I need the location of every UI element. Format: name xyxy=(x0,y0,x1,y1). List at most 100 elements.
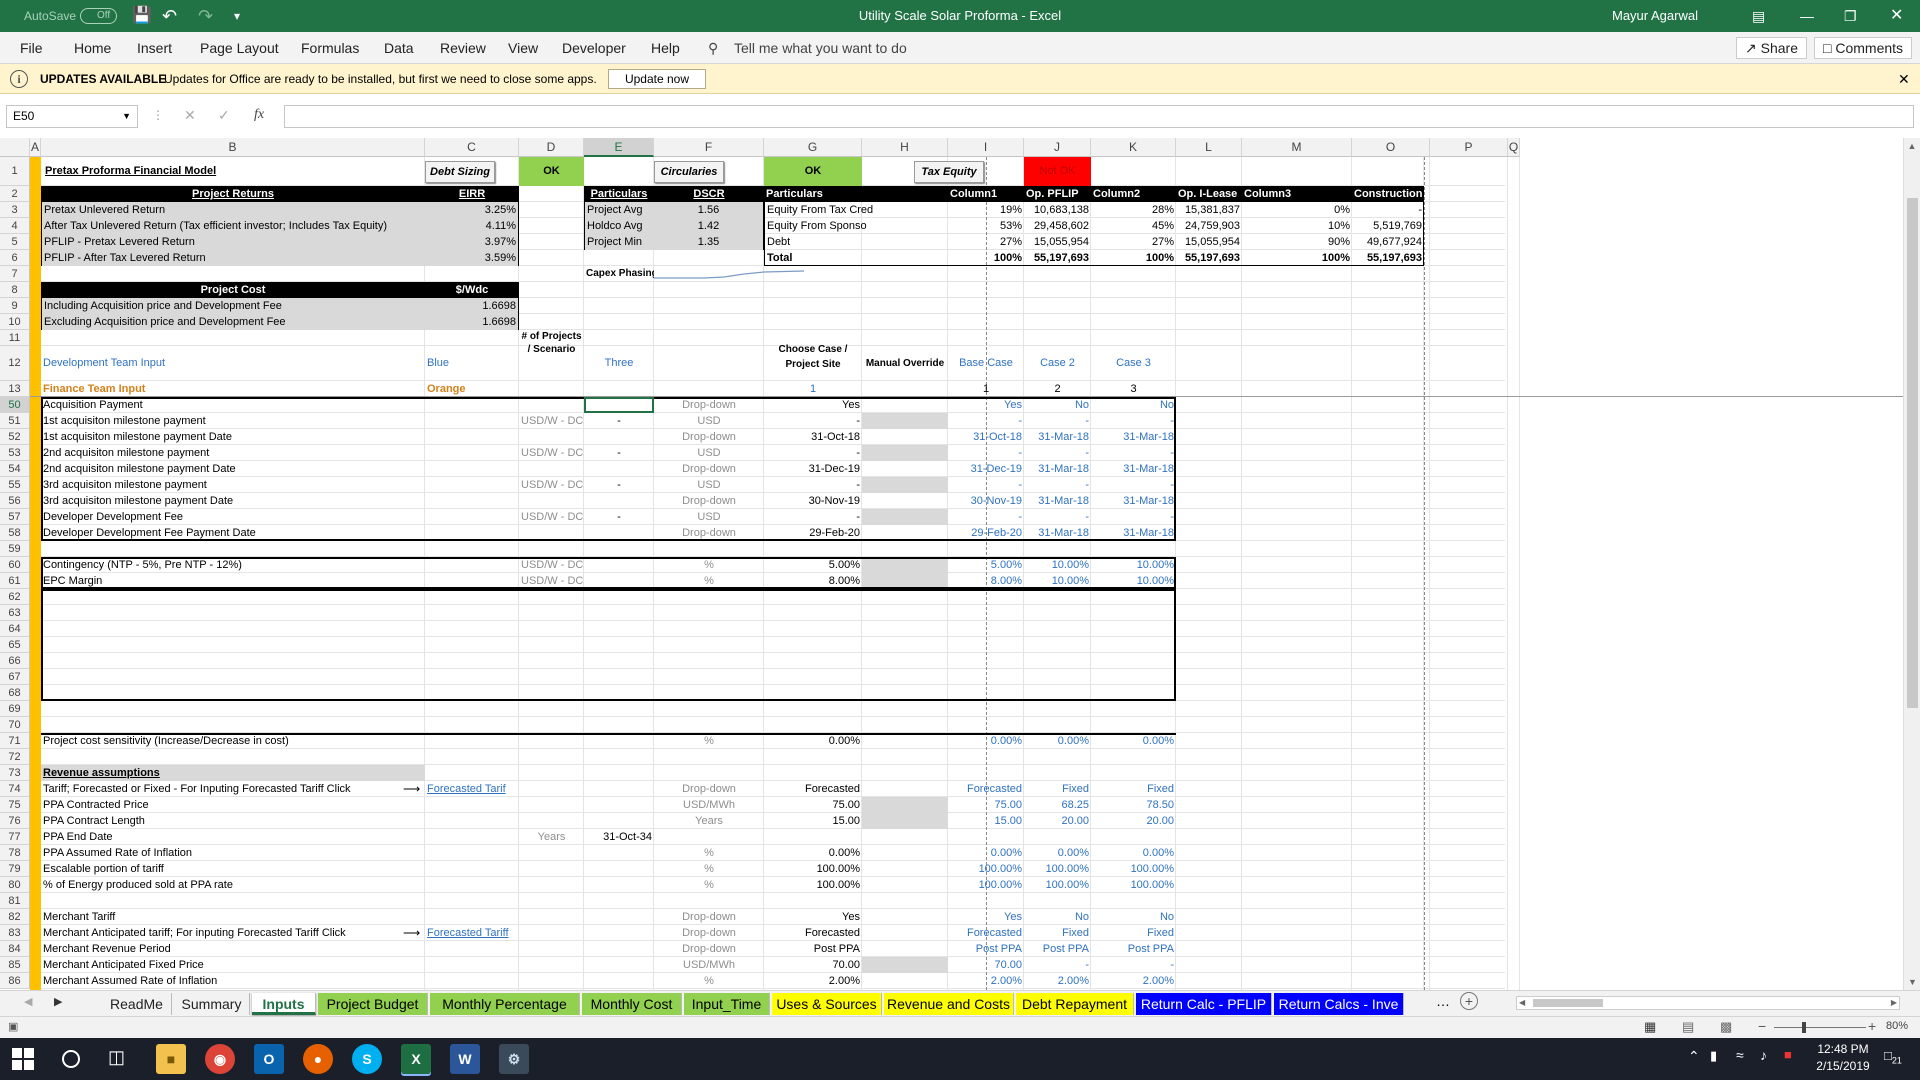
input-type[interactable]: % xyxy=(654,877,764,893)
row-label[interactable]: Contingency (NTP - 5%, Pre NTP - 12%) xyxy=(41,557,425,573)
outlook-icon[interactable]: O xyxy=(254,1044,284,1074)
case-3-value[interactable]: 2.00% xyxy=(1091,973,1176,989)
row-label[interactable]: Revenue assumptions xyxy=(41,765,425,781)
base-case-value[interactable]: 100.00% xyxy=(948,877,1024,893)
zoom-in-icon[interactable]: + xyxy=(1868,1018,1876,1034)
base-case-value[interactable]: 2.00% xyxy=(948,973,1024,989)
cap-label[interactable]: Debt xyxy=(764,234,948,250)
undo-icon[interactable]: ↶ xyxy=(162,0,177,32)
worksheet-grid[interactable]: ABCDEFGHIJKLMNOPQ 1234567891011121350515… xyxy=(0,138,1905,990)
task-view-icon[interactable]: ◫ xyxy=(108,1047,125,1068)
row-header[interactable]: 63 xyxy=(0,605,30,621)
cap-value[interactable]: 24,759,903 xyxy=(1176,218,1242,234)
selected-case-value[interactable]: 31-Oct-18 xyxy=(764,429,862,445)
circularities-button[interactable]: Circularies xyxy=(654,161,724,183)
case-2-value[interactable]: 10.00% xyxy=(1024,573,1091,589)
sheet-prev-icon[interactable]: ◀ xyxy=(24,995,32,1008)
base-case-value[interactable]: 29-Feb-20 xyxy=(948,525,1024,541)
input-type[interactable]: USD/MWh xyxy=(654,957,764,973)
zoom-slider-thumb[interactable] xyxy=(1802,1022,1806,1033)
app-icon[interactable]: ⚙ xyxy=(499,1044,529,1074)
unit-type[interactable]: USD/W - DC xyxy=(519,445,584,461)
capex-phasing-label[interactable]: Capex Phasing xyxy=(584,266,654,282)
cost-label[interactable]: Excluding Acquisition price and Developm… xyxy=(41,314,425,330)
selected-case-value[interactable]: - xyxy=(764,413,862,429)
case-2-value[interactable]: 20.00 xyxy=(1024,813,1091,829)
row-label[interactable]: 2nd acquisiton milestone payment xyxy=(41,445,425,461)
tab-insert[interactable]: Insert xyxy=(137,32,172,64)
base-case-header[interactable]: Base Case xyxy=(948,346,1024,381)
case-3-value[interactable]: Post PPA xyxy=(1091,941,1176,957)
scroll-thumb[interactable] xyxy=(1907,198,1918,708)
row-header[interactable]: 69 xyxy=(0,701,30,717)
v-scrollbar[interactable]: ▲ ▼ xyxy=(1903,138,1920,990)
page-layout-view-icon[interactable]: ▤ xyxy=(1682,1019,1694,1035)
selected-case-value[interactable]: 29-Feb-20 xyxy=(764,525,862,541)
return-label[interactable]: PFLIP - After Tax Levered Return xyxy=(41,250,425,266)
sheet-tab-monthly-cost[interactable]: Monthly Cost xyxy=(582,993,682,1015)
tab-page-layout[interactable]: Page Layout xyxy=(200,32,279,64)
selected-case-value[interactable]: 100.00% xyxy=(764,877,862,893)
selected-case-value[interactable]: 15.00 xyxy=(764,813,862,829)
row-label[interactable]: Merchant Assumed Rate of Inflation xyxy=(41,973,425,989)
selected-case-value[interactable]: Forecasted xyxy=(764,781,862,797)
autosave-toggle[interactable]: Off xyxy=(80,8,118,24)
tray-chevron-icon[interactable]: ⌃ xyxy=(1688,1048,1700,1065)
cap-value[interactable]: 15,055,954 xyxy=(1176,234,1242,250)
cap-value[interactable]: 10,683,138 xyxy=(1024,202,1091,218)
customize-qat-icon[interactable]: ▾ xyxy=(234,0,240,32)
cap-value[interactable]: 55,197,693 xyxy=(1352,250,1424,266)
row-header[interactable]: 79 xyxy=(0,861,30,877)
tab-view[interactable]: View xyxy=(508,32,538,64)
cost-label[interactable]: Including Acquisition price and Developm… xyxy=(41,298,425,314)
macro-record-icon[interactable]: ▣ xyxy=(8,1020,18,1033)
cap-label[interactable]: Equity From Sponso xyxy=(764,218,948,234)
row-label[interactable]: Acquisition Payment xyxy=(41,397,425,413)
cap-header[interactable]: Particulars xyxy=(764,186,948,202)
tray-app-icon[interactable]: ■ xyxy=(1784,1047,1792,1062)
row-label[interactable]: Merchant Tariff xyxy=(41,909,425,925)
unit-type[interactable]: USD/W - DC xyxy=(519,509,584,525)
base-case-value[interactable]: 8.00% xyxy=(948,573,1024,589)
tab-data[interactable]: Data xyxy=(384,32,414,64)
base-case-value[interactable]: Forecasted xyxy=(948,781,1024,797)
case-3-number[interactable]: 3 xyxy=(1091,381,1176,397)
case-3-value[interactable]: 20.00 xyxy=(1091,813,1176,829)
cap-value[interactable]: - xyxy=(1352,202,1424,218)
dscr-label[interactable]: Holdco Avg xyxy=(584,218,654,234)
row-header[interactable]: 57 xyxy=(0,509,30,525)
cap-value[interactable]: 49,677,924 xyxy=(1352,234,1424,250)
row-label[interactable]: Merchant Anticipated tariff; For inputin… xyxy=(41,925,425,941)
cap-value[interactable]: 19% xyxy=(948,202,1024,218)
tab-file[interactable]: File xyxy=(20,32,43,64)
row-header[interactable]: 1 xyxy=(0,157,30,186)
selected-case-value[interactable]: 100.00% xyxy=(764,861,862,877)
scroll-up-icon[interactable]: ▲ xyxy=(1904,138,1920,154)
sheet-next-icon[interactable]: ▶ xyxy=(54,995,62,1008)
manual-override-cell[interactable] xyxy=(862,477,948,493)
input-type[interactable]: USD/MWh xyxy=(654,797,764,813)
return-label[interactable]: Pretax Unlevered Return xyxy=(41,202,425,218)
projects-value[interactable]: - xyxy=(584,477,654,493)
base-case-value[interactable]: Yes xyxy=(948,397,1024,413)
row-header[interactable]: 77 xyxy=(0,829,30,845)
column-header-e[interactable]: E xyxy=(584,138,654,157)
selected-case-value[interactable]: 5.00% xyxy=(764,557,862,573)
case-2-value[interactable]: Fixed xyxy=(1024,925,1091,941)
row-header[interactable]: 82 xyxy=(0,909,30,925)
base-case-value[interactable]: - xyxy=(948,413,1024,429)
case-2-value[interactable]: No xyxy=(1024,397,1091,413)
case-2-value[interactable]: - xyxy=(1024,957,1091,973)
case-3-value[interactable]: 100.00% xyxy=(1091,861,1176,877)
cap-value[interactable]: 27% xyxy=(1091,234,1176,250)
cap-value[interactable]: 100% xyxy=(1091,250,1176,266)
row-header[interactable]: 12 xyxy=(0,346,30,381)
row-header[interactable]: 51 xyxy=(0,413,30,429)
cap-value[interactable]: 5,519,769 xyxy=(1352,218,1424,234)
projects-per-scenario-header[interactable]: # of Projects / Scenario xyxy=(519,330,584,382)
selected-case-value[interactable]: 31-Dec-19 xyxy=(764,461,862,477)
base-case-value[interactable]: - xyxy=(948,509,1024,525)
zoom-out-icon[interactable]: − xyxy=(1758,1018,1766,1034)
share-button[interactable]: ↗ Share xyxy=(1736,37,1807,59)
row-header[interactable]: 86 xyxy=(0,973,30,989)
